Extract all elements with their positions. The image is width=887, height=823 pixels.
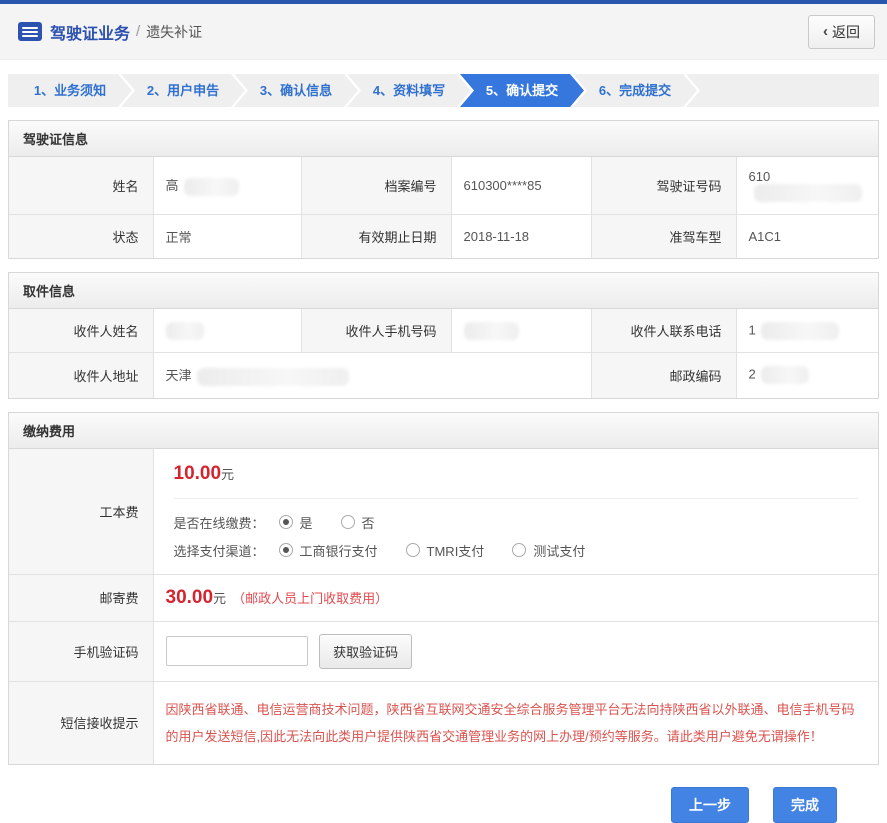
step-3-confirm-info: 3、确认信息: [234, 74, 358, 107]
name-value: 高: [153, 157, 301, 215]
online-pay-no-label: 否: [362, 513, 375, 532]
license-no-value: 610: [736, 157, 878, 215]
step-5-confirm-submit: 5、确认提交: [460, 74, 584, 107]
step-progress-bar: 1、业务须知 2、用户申告 3、确认信息 4、资料填写 5、确认提交 6、完成提…: [8, 74, 879, 107]
footer-actions: 上一步 完成: [0, 765, 887, 823]
recipient-phone-label: 收件人联系电话: [591, 309, 736, 353]
table-row: 短信接收提示 因陕西省联通、电信运营商技术问题，陕西省互联网交通安全综合服务管理…: [9, 681, 878, 764]
vehicle-class-label: 准驾车型: [591, 215, 736, 259]
redaction-blur: [761, 322, 839, 340]
status-value: 正常: [153, 215, 301, 259]
step-2-user-declaration: 2、用户申告: [121, 74, 245, 107]
previous-step-button[interactable]: 上一步: [671, 787, 749, 823]
back-button-label: 返回: [832, 22, 860, 42]
online-pay-yes-option[interactable]: 是: [279, 513, 313, 532]
step-1-business-notice: 1、业务须知: [8, 74, 132, 107]
channel-tmri-option[interactable]: TMRI支付: [406, 541, 485, 560]
channel-tmri-label: TMRI支付: [427, 541, 485, 560]
step-bar-filler: [672, 74, 879, 107]
online-pay-no-option[interactable]: 否: [341, 513, 375, 532]
recipient-name-label: 收件人姓名: [9, 309, 153, 353]
radio-unchecked-icon[interactable]: [512, 543, 526, 557]
online-pay-row: 是否在线缴费： 是 否: [174, 513, 859, 532]
pay-channel-label: 选择支付渠道：: [174, 541, 265, 560]
pickup-info-panel: 取件信息 收件人姓名 收件人手机号码 收件人联系电话 1 收件人地址 天津 邮政…: [8, 272, 879, 399]
radio-checked-icon[interactable]: [279, 515, 293, 529]
sms-tip-text: 因陕西省联通、电信运营商技术问题，陕西省互联网交通安全综合服务管理平台无法向持陕…: [166, 694, 867, 753]
recipient-address-label: 收件人地址: [9, 353, 153, 398]
radio-unchecked-icon[interactable]: [341, 515, 355, 529]
postage-note: （邮政人员上门收取费用）: [232, 591, 388, 606]
table-row: 邮寄费 30.00元 （邮政人员上门收取费用）: [9, 574, 878, 621]
production-fee-cell: 10.00元 是否在线缴费： 是 否 选择支付渠道：: [153, 449, 878, 575]
step-6-complete-submit: 6、完成提交: [573, 74, 697, 107]
redaction-blur: [464, 322, 519, 340]
table-row: 手机验证码 获取验证码: [9, 621, 878, 681]
radio-checked-icon[interactable]: [279, 543, 293, 557]
postcode-label: 邮政编码: [591, 353, 736, 398]
recipient-name-value: [153, 309, 301, 353]
recipient-phone-value: 1: [736, 309, 878, 353]
sms-code-cell: 获取验证码: [153, 621, 878, 681]
table-row: 状态 正常 有效期止日期 2018-11-18 准驾车型 A1C1: [9, 215, 878, 259]
status-label: 状态: [9, 215, 153, 259]
chevron-left-icon: ‹: [823, 23, 828, 40]
postage-cell: 30.00元 （邮政人员上门收取费用）: [153, 574, 878, 621]
expiry-value: 2018-11-18: [451, 215, 591, 259]
pay-channel-row: 选择支付渠道： 工商银行支付 TMRI支付 测试支付: [174, 541, 859, 560]
redaction-blur: [761, 366, 809, 384]
license-no-label: 驾驶证号码: [591, 157, 736, 215]
license-info-panel: 驾驶证信息 姓名 高 档案编号 610300****85 驾驶证号码 610 状…: [8, 120, 879, 259]
postcode-value: 2: [736, 353, 878, 398]
online-pay-yes-label: 是: [300, 513, 313, 532]
postage-amount: 30.00: [166, 587, 214, 608]
channel-test-label: 测试支付: [533, 541, 585, 560]
breadcrumb-separator: /: [136, 23, 140, 40]
page-header: 驾驶证业务 / 遗失补证 ‹ 返回: [0, 4, 887, 60]
divider: [174, 498, 859, 499]
channel-icbc-option[interactable]: 工商银行支付: [279, 541, 378, 560]
sms-tip-cell: 因陕西省联通、电信运营商技术问题，陕西省互联网交通安全综合服务管理平台无法向持陕…: [153, 681, 878, 764]
redaction-blur: [754, 184, 862, 202]
postage-label: 邮寄费: [9, 574, 153, 621]
recipient-mobile-value: [451, 309, 591, 353]
redaction-blur: [166, 322, 204, 340]
page-title: 驾驶证业务: [50, 20, 130, 44]
production-fee-amount: 10.00: [174, 463, 222, 484]
table-row: 收件人姓名 收件人手机号码 收件人联系电话 1: [9, 309, 878, 353]
table-row: 姓名 高 档案编号 610300****85 驾驶证号码 610: [9, 157, 878, 215]
redaction-blur: [197, 368, 349, 386]
pickup-section-title: 取件信息: [9, 273, 878, 309]
currency-unit: 元: [221, 467, 234, 482]
name-label: 姓名: [9, 157, 153, 215]
step-4-fill-data: 4、资料填写: [347, 74, 471, 107]
list-icon: [18, 22, 42, 41]
channel-icbc-label: 工商银行支付: [300, 541, 378, 560]
expiry-label: 有效期止日期: [301, 215, 451, 259]
recipient-address-value: 天津: [153, 353, 591, 398]
fees-panel: 缴纳费用 工本费 10.00元 是否在线缴费： 是 否: [8, 412, 879, 766]
online-pay-label: 是否在线缴费：: [174, 513, 265, 532]
fees-section-title: 缴纳费用: [9, 413, 878, 449]
table-row: 工本费 10.00元 是否在线缴费： 是 否: [9, 449, 878, 575]
currency-unit: 元: [213, 591, 226, 606]
back-button[interactable]: ‹ 返回: [808, 15, 875, 49]
redaction-blur: [184, 178, 239, 196]
vehicle-class-value: A1C1: [736, 215, 878, 259]
file-no-label: 档案编号: [301, 157, 451, 215]
breadcrumb-current: 遗失补证: [146, 22, 202, 42]
production-fee-label: 工本费: [9, 449, 153, 575]
file-no-value: 610300****85: [451, 157, 591, 215]
recipient-mobile-label: 收件人手机号码: [301, 309, 451, 353]
channel-test-option[interactable]: 测试支付: [512, 541, 585, 560]
sms-code-label: 手机验证码: [9, 621, 153, 681]
license-section-title: 驾驶证信息: [9, 121, 878, 157]
finish-button[interactable]: 完成: [773, 787, 837, 823]
table-row: 收件人地址 天津 邮政编码 2: [9, 353, 878, 398]
sms-tip-label: 短信接收提示: [9, 681, 153, 764]
sms-code-input[interactable]: [166, 636, 308, 666]
radio-unchecked-icon[interactable]: [406, 543, 420, 557]
get-code-button[interactable]: 获取验证码: [319, 634, 412, 669]
